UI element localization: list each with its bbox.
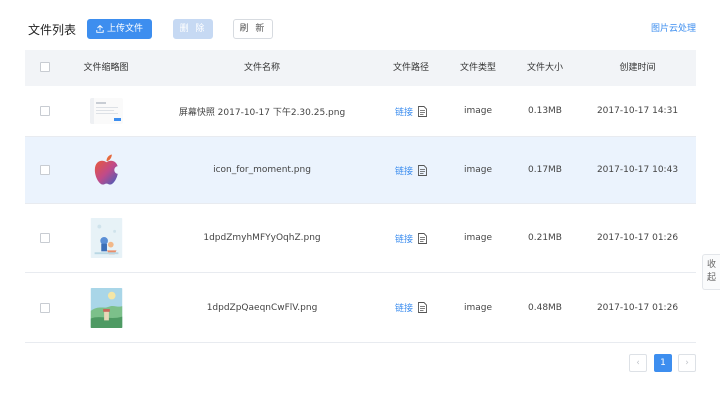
column-header-created: 创建时间 [619, 63, 656, 73]
file-table: 文件缩略图 文件名称 文件路径 文件类型 文件大小 创建时间 屏幕快照 2017… [25, 50, 696, 343]
table-row[interactable]: 1dpdZmyhMFYyOqhZ.png 链接 image 0.21MB 201… [25, 204, 696, 273]
file-name: 1dpdZpQaeqnCwFlV.png [206, 302, 318, 313]
table-row[interactable]: 屏幕快照 2017-10-17 下午2.30.25.png 链接 image 0… [25, 86, 696, 137]
file-name: 屏幕快照 2017-10-17 下午2.30.25.png [178, 107, 346, 118]
file-size: 0.21MB [528, 233, 562, 243]
collapse-side-tab[interactable]: 收起 [702, 254, 720, 290]
file-created: 2017-10-17 01:26 [596, 233, 679, 243]
page-title: 文件列表 [28, 23, 77, 37]
column-header-name: 文件名称 [243, 63, 280, 73]
file-link[interactable]: 链接 [395, 105, 413, 118]
column-header-path: 文件路径 [392, 63, 429, 73]
pagination-next-button[interactable]: › [678, 354, 696, 372]
table-row[interactable]: icon_for_moment.png 链接 image 0.17MB 2017… [25, 137, 696, 204]
table-row[interactable]: 1dpdZpQaeqnCwFlV.png 链接 image 0.48MB 201… [25, 273, 696, 343]
select-all-checkbox[interactable] [40, 62, 50, 72]
copy-icon[interactable] [418, 164, 427, 176]
file-type: image [463, 302, 493, 313]
column-header-thumbnail: 文件缩略图 [83, 63, 129, 73]
row-checkbox[interactable] [40, 165, 50, 175]
file-link[interactable]: 链接 [395, 164, 413, 177]
upload-button[interactable]: 上传文件 [87, 19, 152, 39]
file-created: 2017-10-17 14:31 [596, 106, 679, 116]
delete-button[interactable]: 删 除 [173, 19, 213, 39]
file-created: 2017-10-17 10:43 [596, 165, 679, 175]
file-type: image [463, 233, 493, 243]
pagination-prev-button[interactable]: ‹ [629, 354, 647, 372]
screenshot-thumbnail[interactable] [89, 98, 123, 124]
file-type: image [463, 106, 493, 116]
column-header-size: 文件大小 [526, 63, 563, 73]
image-cloud-link[interactable]: 图片云处理 [651, 23, 696, 35]
table-header: 文件缩略图 文件名称 文件路径 文件类型 文件大小 创建时间 [25, 50, 696, 86]
file-size: 0.13MB [528, 106, 562, 116]
copy-icon[interactable] [418, 105, 427, 117]
file-size: 0.48MB [528, 302, 562, 313]
row-checkbox[interactable] [40, 302, 50, 313]
copy-icon[interactable] [418, 232, 427, 244]
row-checkbox[interactable] [40, 106, 50, 116]
toolbar: 文件列表 上传文件 删 除 刷 新 图片云处理 [0, 0, 720, 50]
upload-button-label: 上传文件 [106, 24, 143, 34]
pagination-page-button[interactable]: 1 [654, 354, 672, 372]
landscape-thumbnail[interactable] [90, 287, 123, 328]
column-header-type: 文件类型 [459, 63, 496, 73]
file-link[interactable]: 链接 [395, 232, 413, 245]
apple-logo-thumbnail[interactable] [90, 150, 123, 190]
refresh-button[interactable]: 刷 新 [233, 19, 273, 39]
file-created: 2017-10-17 01:26 [596, 302, 679, 313]
upload-icon [96, 25, 104, 33]
copy-icon[interactable] [418, 302, 427, 313]
file-name: icon_for_moment.png [213, 165, 311, 175]
file-size: 0.17MB [528, 165, 562, 175]
file-link[interactable]: 链接 [395, 301, 413, 314]
file-type: image [463, 165, 493, 175]
file-name: 1dpdZmyhMFYyOqhZ.png [203, 233, 321, 243]
illustration-thumbnail[interactable] [90, 218, 123, 258]
row-checkbox[interactable] [40, 233, 50, 243]
